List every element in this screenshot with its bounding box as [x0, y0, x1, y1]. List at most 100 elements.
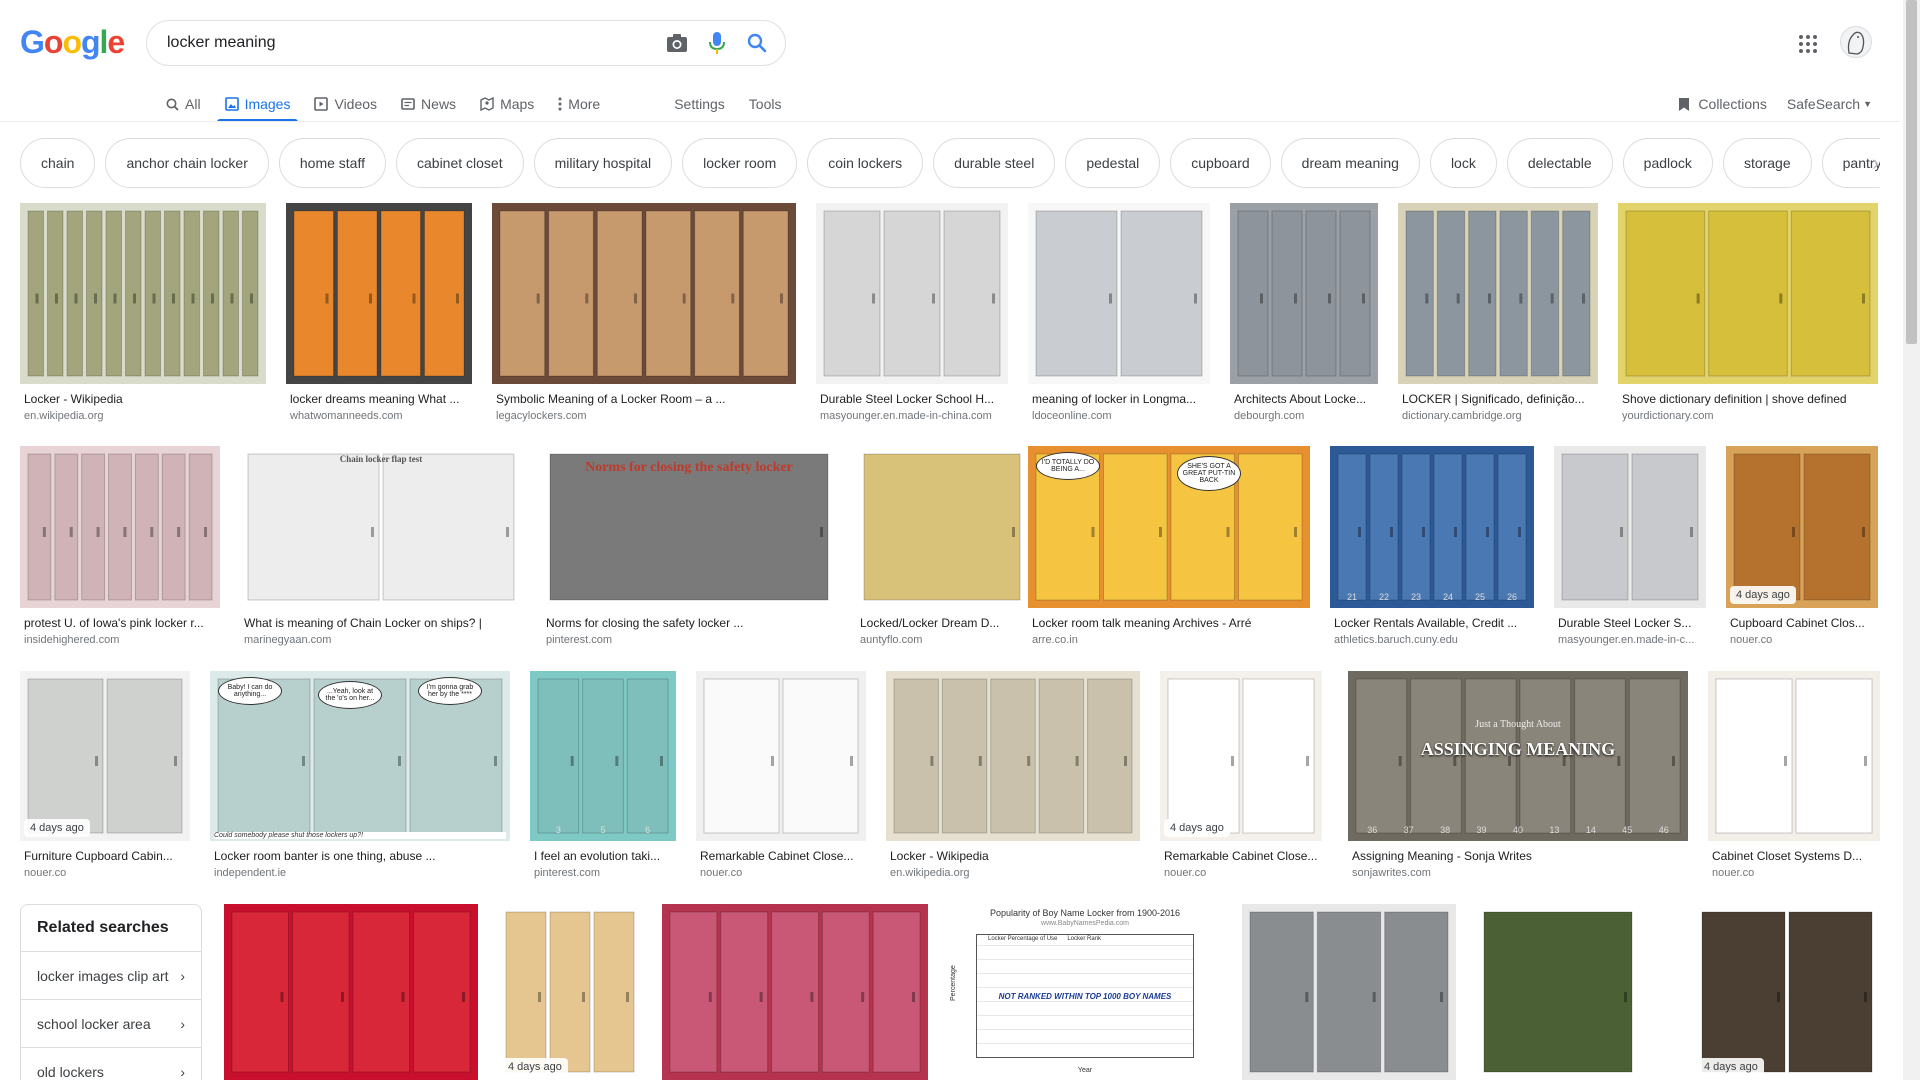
image-thumbnail[interactable]: Baby! I can do anything... ...Yeah, look …: [210, 671, 510, 841]
image-source[interactable]: dictionary.cambridge.org: [1398, 410, 1598, 422]
image-result[interactable]: LOCKER | Significado, definição... dictio…: [1398, 203, 1598, 422]
chip-suggestion[interactable]: cabinet closet: [396, 138, 524, 188]
image-source[interactable]: pinterest.com: [530, 867, 676, 879]
image-source[interactable]: nouer.co: [1708, 867, 1880, 879]
chip-suggestion[interactable]: dream meaning: [1280, 138, 1420, 188]
image-result[interactable]: 21 22 23 24 25 26 Locker Rentals Available, Cr…: [1330, 446, 1534, 646]
chip-suggestion[interactable]: padlock: [1622, 138, 1713, 188]
image-caption[interactable]: Locker Rentals Available, Credit ...: [1330, 616, 1534, 630]
safesearch-button[interactable]: SafeSearch ▼: [1787, 96, 1872, 112]
image-result[interactable]: locker dreams meaning What ... whatwomann…: [286, 203, 472, 422]
image-caption[interactable]: Assigning Meaning - Sonja Writes: [1348, 849, 1688, 863]
image-source[interactable]: en.wikipedia.org: [886, 867, 1140, 879]
chip-suggestion[interactable]: durable steel: [933, 138, 1056, 188]
image-thumbnail[interactable]: 4 days ago: [1694, 904, 1880, 1080]
image-source[interactable]: sonjawrites.com: [1348, 867, 1688, 879]
image-caption[interactable]: Architects About Locke...: [1230, 392, 1378, 406]
image-thumbnail[interactable]: [224, 904, 478, 1080]
chip-suggestion[interactable]: coin lockers: [807, 138, 924, 188]
chip-suggestion[interactable]: chain: [20, 138, 96, 188]
image-caption[interactable]: locker dreams meaning What ...: [286, 392, 472, 406]
camera-icon[interactable]: [665, 31, 689, 55]
image-thumbnail[interactable]: [286, 203, 472, 384]
image-thumbnail[interactable]: [696, 671, 866, 841]
image-source[interactable]: arre.co.in: [1028, 634, 1310, 646]
image-thumbnail[interactable]: [1242, 904, 1456, 1080]
account-avatar[interactable]: [1840, 26, 1872, 58]
image-caption[interactable]: Norms for closing the safety locker ...: [542, 616, 836, 630]
image-caption[interactable]: protest U. of Iowa's pink locker r...: [20, 616, 220, 630]
image-thumbnail[interactable]: [856, 446, 1028, 608]
image-thumbnail[interactable]: [1230, 203, 1378, 384]
image-result[interactable]: meaning of locker in Longma... ldoceonlin…: [1028, 203, 1210, 422]
image-thumbnail[interactable]: [1398, 203, 1598, 384]
collections-button[interactable]: Collections: [1678, 96, 1767, 112]
chip-suggestion[interactable]: lock: [1429, 138, 1497, 188]
image-thumbnail[interactable]: [492, 203, 796, 384]
image-result[interactable]: [662, 904, 928, 1080]
image-result[interactable]: I'D TOTALLY DO BEING A... SHE'S GOT A GRE…: [1028, 446, 1310, 646]
image-thumbnail[interactable]: 4 days ago: [498, 904, 642, 1080]
image-thumbnail[interactable]: ASSINGING MEANING Just a Thought About 36 3…: [1348, 671, 1688, 841]
image-source[interactable]: marinegyaan.com: [240, 634, 522, 646]
image-thumbnail[interactable]: [1028, 203, 1210, 384]
image-source[interactable]: whatwomanneeds.com: [286, 410, 472, 422]
image-source[interactable]: nouer.co: [1726, 634, 1878, 646]
chip-suggestion[interactable]: cupboard: [1170, 138, 1271, 188]
image-result[interactable]: 4 days ago Remarkable Cabinet Close... nou…: [1160, 671, 1322, 879]
chip-suggestion[interactable]: locker room: [682, 138, 798, 188]
image-result[interactable]: [1242, 904, 1456, 1080]
image-thumbnail[interactable]: 4 days ago: [1160, 671, 1322, 841]
image-caption[interactable]: Locker - Wikipedia: [886, 849, 1140, 863]
image-caption[interactable]: Shove dictionary definition | shove defi…: [1618, 392, 1878, 406]
chip-suggestion[interactable]: anchor chain locker: [105, 138, 269, 188]
image-thumbnail[interactable]: [1554, 446, 1706, 608]
apps-grid-icon[interactable]: [1796, 32, 1820, 56]
image-source[interactable]: legacylockers.com: [492, 410, 796, 422]
image-source[interactable]: nouer.co: [20, 867, 190, 879]
chevron-right-icon[interactable]: ›: [1872, 150, 1896, 175]
image-thumbnail[interactable]: Popularity of Boy Name Locker from 1900-…: [948, 904, 1222, 1080]
image-source[interactable]: masyounger.en.made-in-c...: [1554, 634, 1706, 646]
image-result[interactable]: protest U. of Iowa's pink locker r... ins…: [20, 446, 220, 646]
image-thumbnail[interactable]: [816, 203, 1008, 384]
search-input[interactable]: [167, 34, 649, 52]
image-caption[interactable]: I feel an evolution taki...: [530, 849, 676, 863]
google-logo[interactable]: Google: [20, 24, 125, 61]
image-source[interactable]: athletics.baruch.cuny.edu: [1330, 634, 1534, 646]
microphone-icon[interactable]: [705, 31, 729, 55]
tab-images[interactable]: Images: [216, 86, 299, 122]
image-source[interactable]: independent.ie: [210, 867, 510, 879]
image-caption[interactable]: Cupboard Cabinet Clos...: [1726, 616, 1878, 630]
image-thumbnail[interactable]: [662, 904, 928, 1080]
tab-maps[interactable]: Maps: [480, 86, 534, 122]
image-result[interactable]: ASSINGING MEANING Just a Thought About 36 3…: [1348, 671, 1688, 879]
tab-news[interactable]: News: [401, 86, 456, 122]
image-caption[interactable]: Symbolic Meaning of a Locker Room – a ..…: [492, 392, 796, 406]
image-thumbnail[interactable]: [1618, 203, 1878, 384]
image-caption[interactable]: meaning of locker in Longma...: [1028, 392, 1210, 406]
image-result[interactable]: Cabinet Closet Systems D... nouer.co: [1708, 671, 1880, 879]
tab-all[interactable]: All: [166, 86, 201, 122]
settings-link[interactable]: Settings: [674, 86, 725, 122]
image-result[interactable]: Architects About Locke... debourgh.com: [1230, 203, 1378, 422]
image-caption[interactable]: Locker room talk meaning Archives - Arré: [1028, 616, 1310, 630]
image-source[interactable]: nouer.co: [696, 867, 866, 879]
image-result[interactable]: 4 days ago: [498, 904, 642, 1080]
image-result[interactable]: 4 days ago Furniture Cupboard Cabin... nou…: [20, 671, 190, 879]
image-caption[interactable]: Remarkable Cabinet Close...: [1160, 849, 1322, 863]
image-caption[interactable]: Remarkable Cabinet Close...: [696, 849, 866, 863]
page-scrollbar[interactable]: [1903, 0, 1920, 1080]
image-thumbnail[interactable]: [20, 203, 266, 384]
chip-suggestion[interactable]: military hospital: [533, 138, 673, 188]
image-caption[interactable]: LOCKER | Significado, definição...: [1398, 392, 1598, 406]
image-result[interactable]: Remarkable Cabinet Close... nouer.co: [696, 671, 866, 879]
image-result[interactable]: 4 days ago Cupboard Cabinet Clos... nouer.…: [1726, 446, 1878, 646]
image-source[interactable]: insidehighered.com: [20, 634, 220, 646]
image-result[interactable]: Baby! I can do anything... ...Yeah, look …: [210, 671, 510, 879]
image-source[interactable]: pinterest.com: [542, 634, 836, 646]
related-search-item[interactable]: locker images clip art ›: [21, 951, 201, 999]
image-result[interactable]: Norms for closing the safety locker Norms…: [542, 446, 836, 646]
image-caption[interactable]: Cabinet Closet Systems D...: [1708, 849, 1880, 863]
image-thumbnail[interactable]: [1708, 671, 1880, 841]
